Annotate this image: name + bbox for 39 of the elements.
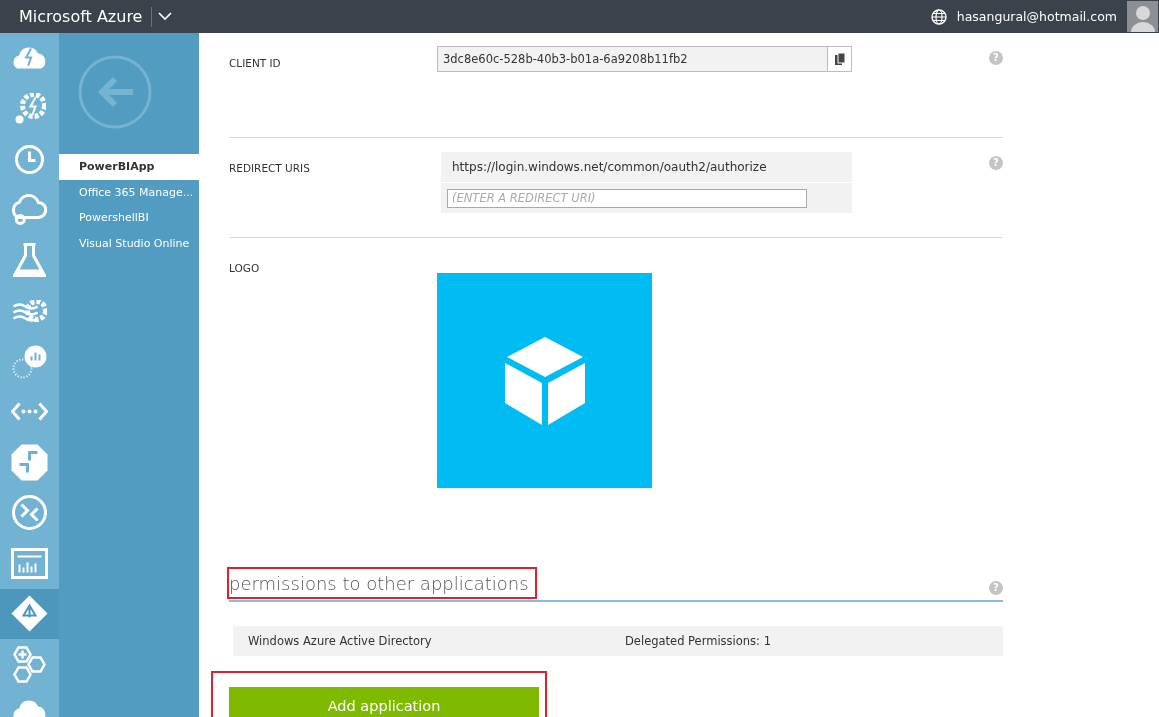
- avatar-icon[interactable]: [1127, 1, 1158, 32]
- field-label: LOGO: [229, 261, 261, 276]
- rail-item[interactable]: [0, 588, 59, 639]
- dashboard-icon: [11, 547, 48, 579]
- chart-icon: [11, 343, 48, 379]
- permission-count: Delegated Permissions: 1: [625, 634, 771, 648]
- copy-icon: [834, 53, 845, 65]
- circle-arrows-icon: [12, 495, 47, 531]
- redirect-uri-input[interactable]: (ENTER A REDIRECT URI): [447, 188, 807, 208]
- nav-item[interactable]: Office 365 Manage...: [59, 179, 199, 205]
- help-icon[interactable]: ?: [989, 581, 1003, 595]
- cube-icon: [504, 336, 585, 425]
- application-name: Windows Azure Active Directory: [247, 634, 433, 648]
- field-label: CLIENT ID: [229, 56, 282, 71]
- add-application-button[interactable]: Add application: [229, 687, 539, 717]
- hexagons-icon: [13, 645, 46, 683]
- nav-item[interactable]: Visual Studio Online: [59, 230, 199, 256]
- clock-icon: [15, 144, 44, 174]
- copy-button[interactable]: [827, 47, 851, 71]
- field-label: REDIRECT URIS: [229, 161, 311, 176]
- cloud-icon: [11, 194, 48, 226]
- account-name[interactable]: hasangural@hotmail.com: [956, 9, 1117, 24]
- help-icon[interactable]: ?: [989, 156, 1003, 170]
- directory-icon: [10, 594, 49, 634]
- globe-icon[interactable]: [930, 8, 947, 25]
- arrows-icon: [10, 442, 49, 482]
- gear-icon: [12, 299, 47, 322]
- gear-icon: [13, 92, 46, 125]
- nav-item[interactable]: PowershellBI: [59, 205, 199, 231]
- nav-item[interactable]: PowerBIApp: [59, 154, 199, 180]
- chevron-icon[interactable]: [158, 12, 172, 21]
- brand-title[interactable]: Microsoft Azure: [0, 7, 147, 26]
- redirect-uri: https://login.windows.net/common/oauth2/authorize: [441, 152, 852, 182]
- cloud-icon: [12, 46, 47, 71]
- client-id-field[interactable]: 3dc8e60c-528b-40b3-b01a-6a9208b11fb2: [437, 46, 852, 72]
- help-icon[interactable]: ?: [989, 51, 1003, 65]
- section-heading: permissions to other applications: [229, 569, 535, 597]
- flask-icon: [13, 243, 46, 278]
- code-icon: [11, 402, 48, 422]
